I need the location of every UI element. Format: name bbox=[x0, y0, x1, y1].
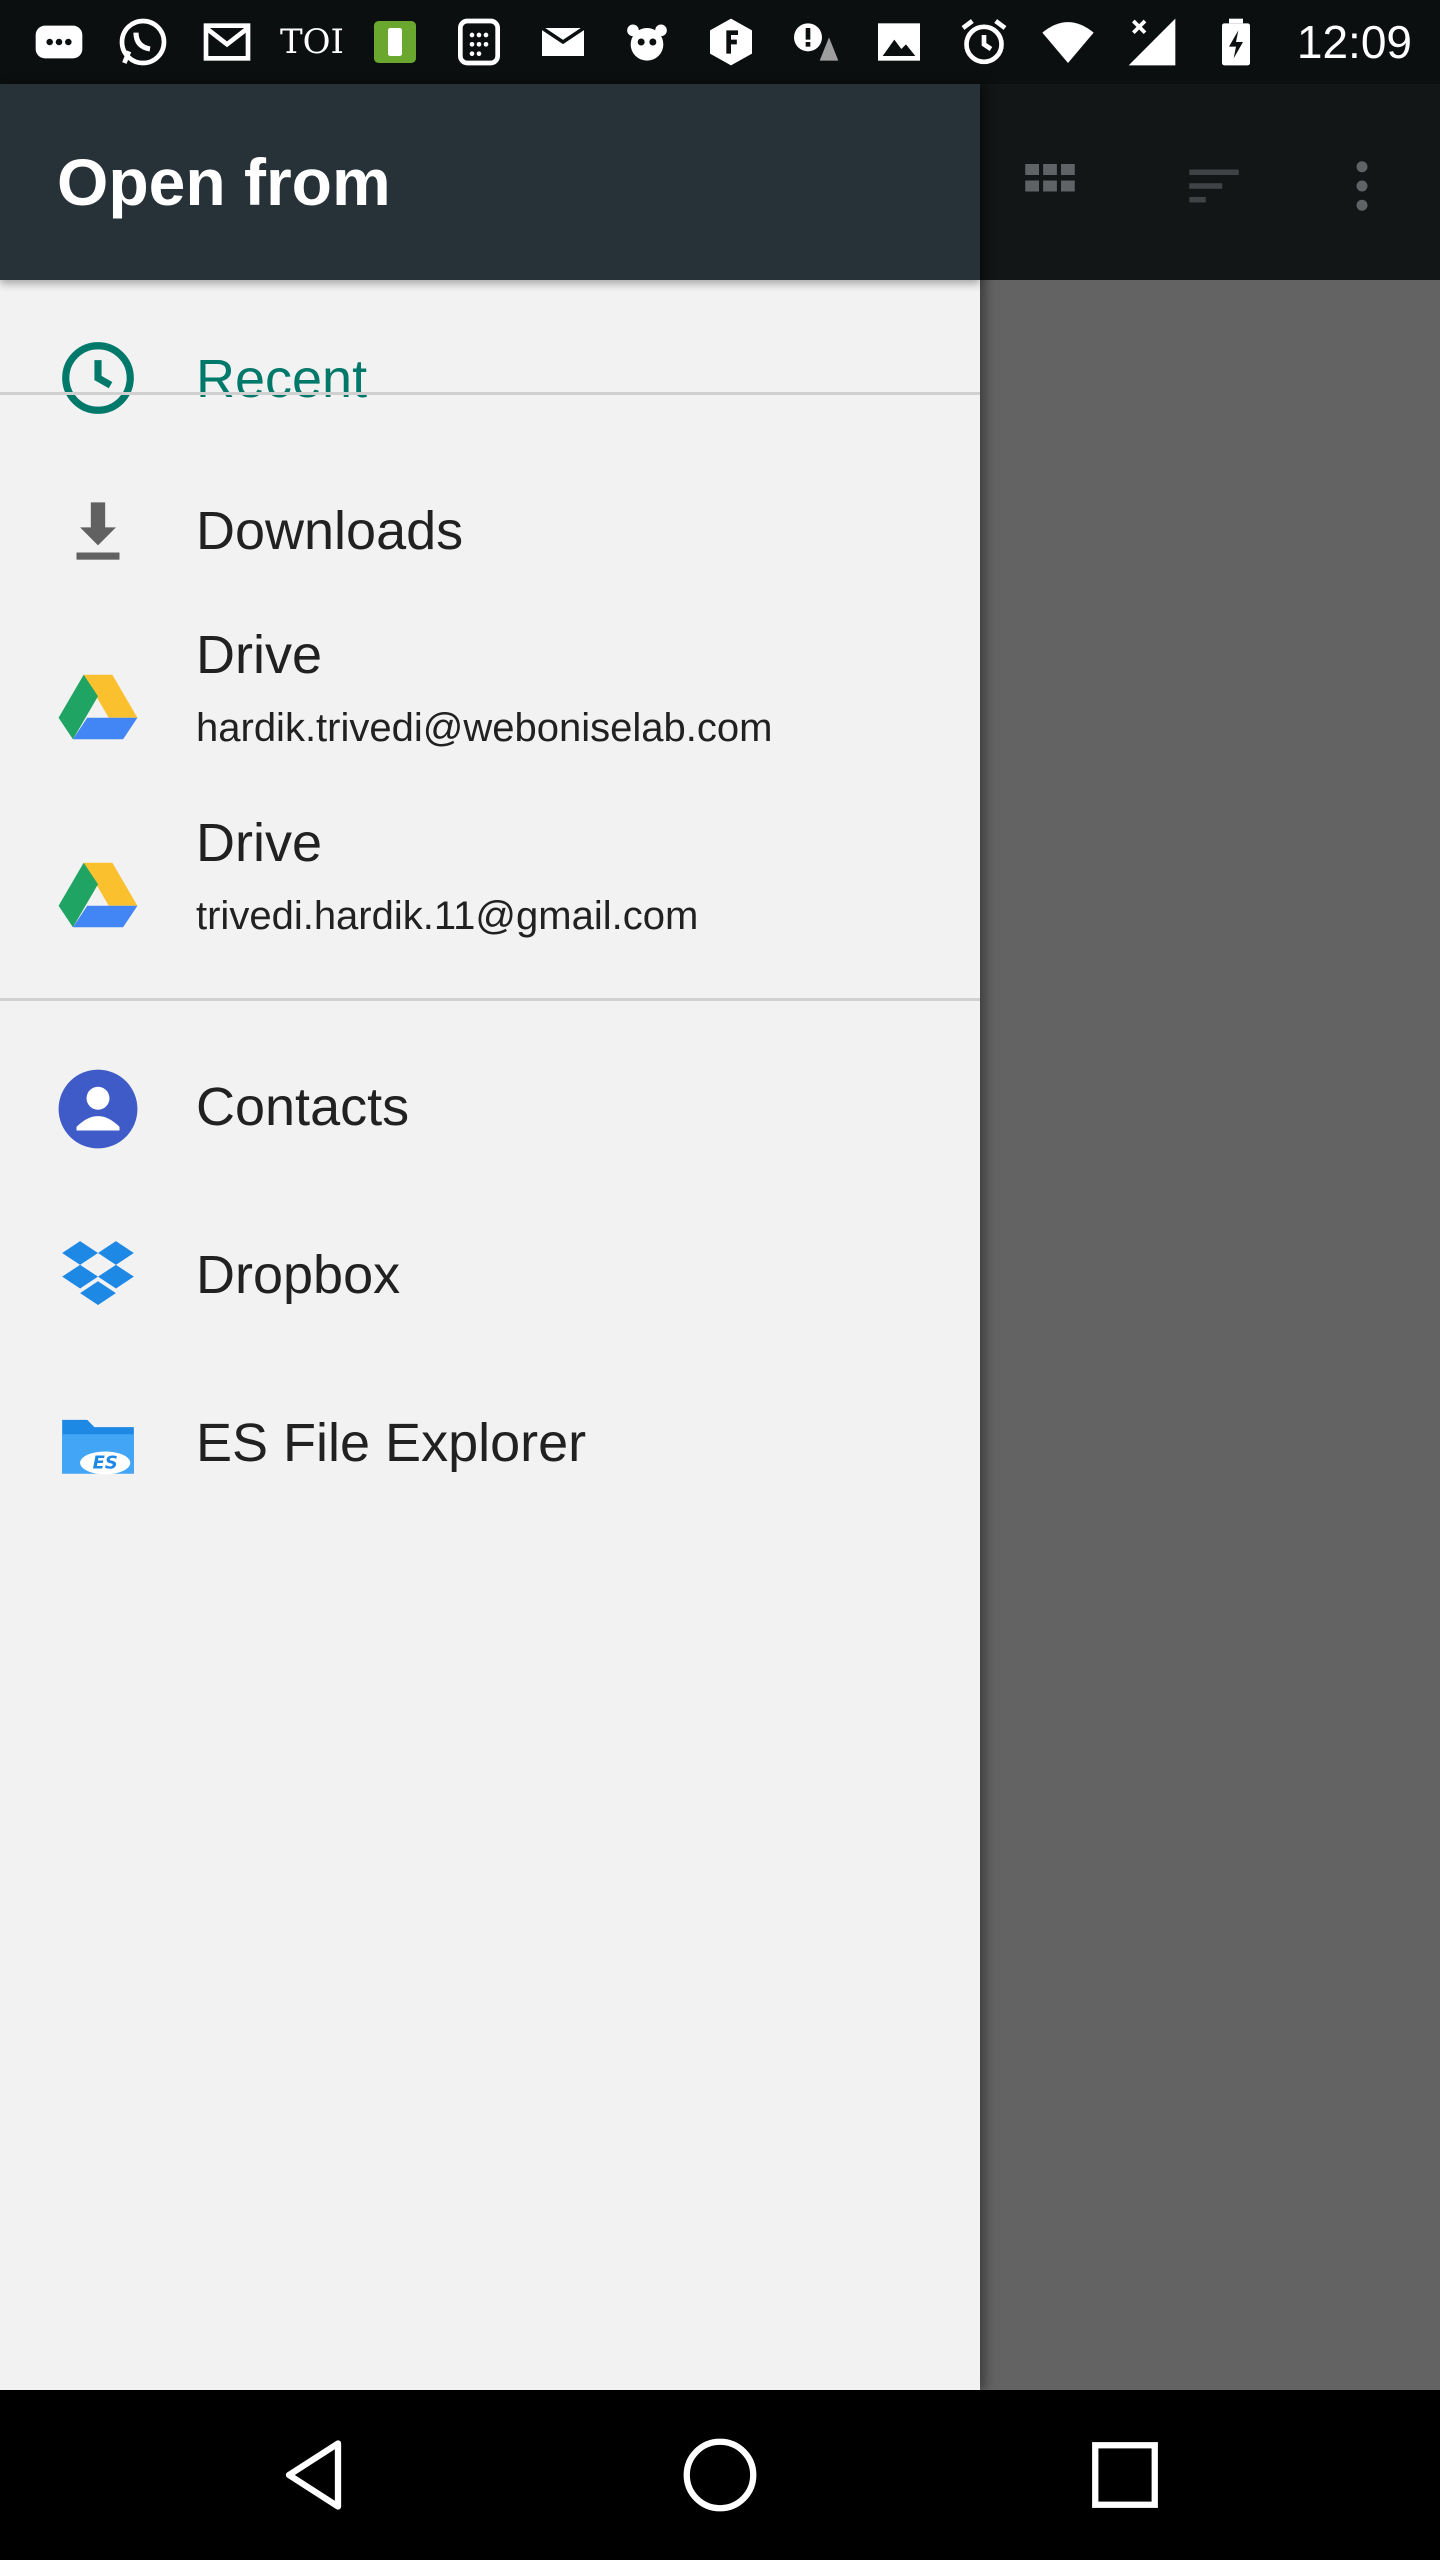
more-options-icon[interactable] bbox=[1326, 150, 1398, 222]
navigation-drawer: Open from Recent Downloads Drive hardik.… bbox=[0, 84, 980, 2390]
root-item-recent[interactable]: Recent bbox=[0, 280, 980, 476]
root-item-dropbox[interactable]: Dropbox bbox=[0, 1192, 980, 1360]
notification-icons: TOI bbox=[28, 12, 930, 72]
root-item-label: Drive bbox=[196, 625, 323, 685]
root-item-summary: trivedi.hardik.11@gmail.com bbox=[196, 894, 699, 938]
grid-view-icon[interactable] bbox=[1014, 150, 1086, 222]
drive-icon bbox=[55, 852, 141, 938]
home-icon[interactable] bbox=[675, 2430, 765, 2520]
back-icon[interactable] bbox=[272, 2430, 362, 2520]
root-item-drive-work[interactable]: Drive hardik.trivedi@weboniselab.com bbox=[0, 612, 980, 802]
foodpanda-icon bbox=[616, 12, 678, 72]
root-item-contacts[interactable]: Contacts bbox=[0, 1024, 980, 1192]
toi-icon: TOI bbox=[280, 22, 344, 62]
root-item-summary: hardik.trivedi@weboniselab.com bbox=[196, 706, 773, 750]
background-toolbar bbox=[980, 84, 1440, 280]
root-item-label: Drive bbox=[196, 813, 323, 873]
whatsapp-icon bbox=[112, 12, 174, 72]
email-icon bbox=[532, 12, 594, 72]
download-icon bbox=[55, 488, 141, 574]
drawer-header: Open from bbox=[0, 84, 980, 280]
divider bbox=[0, 998, 980, 1001]
root-item-label: Dropbox bbox=[196, 1245, 401, 1305]
system-icons: 12:09 bbox=[953, 12, 1412, 72]
status-bar: TOI 12:09 bbox=[0, 0, 1440, 84]
root-item-label: ES File Explorer bbox=[196, 1413, 587, 1473]
wifi-icon bbox=[1037, 12, 1099, 72]
signal-icon bbox=[1121, 12, 1183, 72]
gmail-icon bbox=[196, 12, 258, 72]
root-item-label: Recent bbox=[196, 349, 368, 409]
background-content-scrim[interactable] bbox=[980, 280, 1440, 2390]
recents-icon[interactable] bbox=[1080, 2430, 1170, 2520]
root-item-downloads[interactable]: Downloads bbox=[0, 450, 980, 612]
alarm-icon bbox=[953, 12, 1015, 72]
clock: 12:09 bbox=[1296, 16, 1412, 68]
clock-icon bbox=[55, 335, 141, 421]
battery-charging-icon bbox=[1205, 12, 1267, 72]
root-item-label: Contacts bbox=[196, 1077, 410, 1137]
message-icon bbox=[28, 12, 90, 72]
root-item-drive-personal[interactable]: Drive trivedi.hardik.11@gmail.com bbox=[0, 802, 980, 992]
sort-icon[interactable] bbox=[1178, 150, 1250, 222]
dropbox-icon bbox=[55, 1234, 141, 1320]
drive-icon bbox=[55, 664, 141, 750]
drawer-title: Open from bbox=[57, 145, 391, 219]
gallery-icon bbox=[868, 12, 930, 72]
divider bbox=[0, 392, 980, 395]
svg-text:ES: ES bbox=[93, 1452, 118, 1473]
root-item-label: Downloads bbox=[196, 501, 464, 561]
app-icon bbox=[364, 12, 426, 72]
navigation-bar bbox=[0, 2390, 1440, 2560]
alert-icon bbox=[784, 12, 846, 72]
es-file-explorer-icon: ES bbox=[55, 1402, 141, 1488]
calculator-icon bbox=[448, 12, 510, 72]
contacts-icon bbox=[55, 1066, 141, 1152]
root-item-es-file-explorer[interactable]: ES ES File Explorer bbox=[0, 1360, 980, 1528]
flipkart-icon bbox=[700, 12, 762, 72]
